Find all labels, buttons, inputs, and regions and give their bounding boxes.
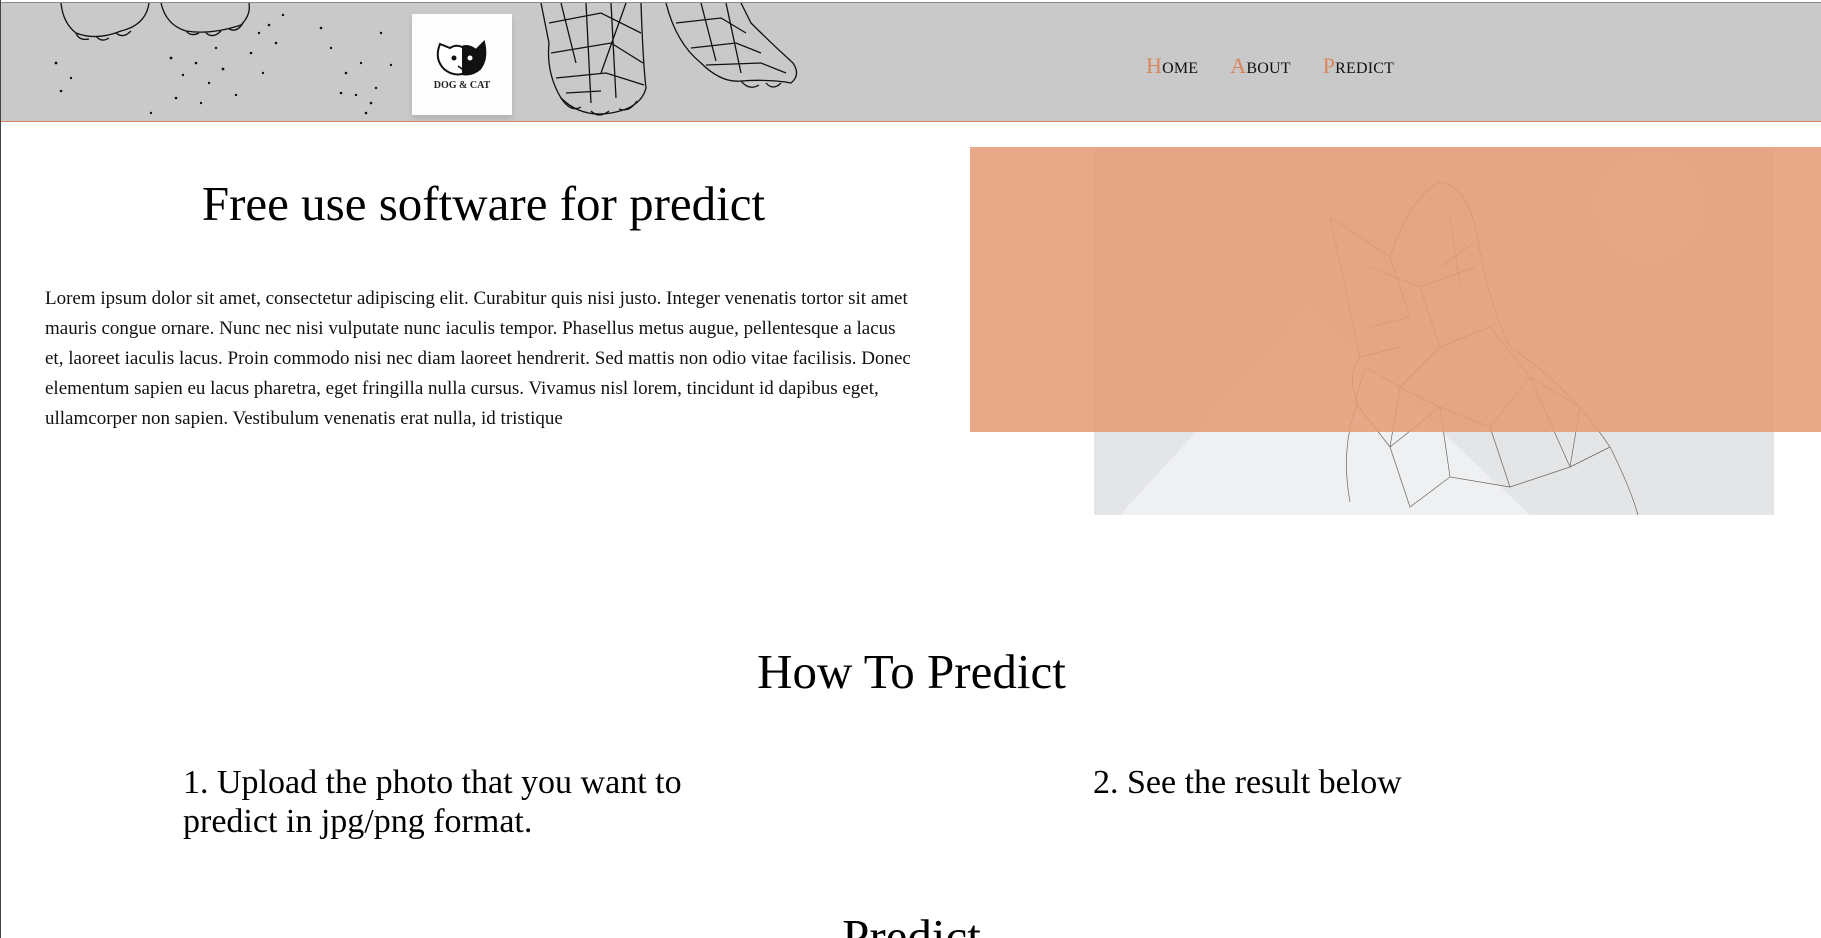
how-to-title: How To Predict (757, 644, 1066, 699)
nav-home[interactable]: Home (1146, 53, 1198, 79)
site-header: DOG & CAT Home About Predict (1, 2, 1821, 122)
dog-cat-logo-icon (436, 40, 487, 76)
hero-title: Free use software for predict (201, 176, 766, 231)
nav-predict[interactable]: Predict (1323, 53, 1394, 79)
logo-text: DOG & CAT (433, 80, 491, 91)
nav-about[interactable]: About (1230, 53, 1290, 79)
predict-title: Predict (842, 909, 981, 938)
nav-home-initial: H (1146, 53, 1163, 78)
nav-home-label: ome (1162, 60, 1199, 77)
logo[interactable]: DOG & CAT (412, 14, 512, 115)
nav-about-initial: A (1230, 53, 1247, 78)
step-result-text: 2. See the result below (1093, 764, 1402, 801)
nav-about-label: bout (1246, 60, 1291, 77)
step-upload-text: 1. Upload the photo that you want to pre… (183, 764, 682, 840)
nav-predict-initial: P (1322, 53, 1336, 78)
nav-predict-label: redict (1335, 60, 1395, 77)
main-nav: Home About Predict (1146, 53, 1394, 79)
cat-wireframe-image (970, 147, 1821, 515)
hero-overlay (970, 147, 1821, 432)
hero-text: Lorem ipsum dolor sit amet, consectetur … (45, 288, 911, 429)
animal-paws-illustration (54, 3, 798, 116)
